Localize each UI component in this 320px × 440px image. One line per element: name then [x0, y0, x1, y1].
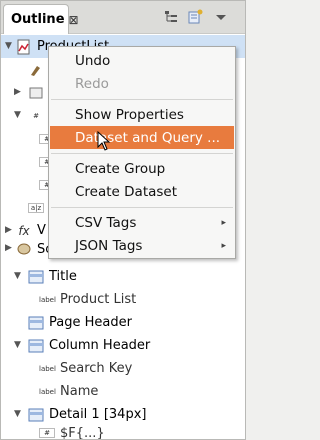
tab-title: Outline [11, 12, 65, 27]
tree-row[interactable]: ▶ fx V [1, 219, 46, 242]
report-icon [17, 39, 30, 54]
menu-item-create-dataset[interactable]: Create Dataset [50, 180, 234, 203]
menu-item-redo: Redo [75, 75, 109, 92]
tree-label: Column Header [49, 338, 151, 353]
resource-icon [29, 87, 43, 98]
text-label-icon: label [39, 295, 56, 304]
menu-item-json-tags[interactable]: JSON Tags ▸ [50, 234, 234, 257]
tree-row-title[interactable]: ▼ Title [1, 265, 77, 288]
menu-item-csv-tags[interactable]: CSV Tags ▸ [50, 211, 234, 234]
menu-separator [51, 153, 233, 154]
collapse-twisty-icon[interactable]: ▼ [14, 409, 21, 419]
submenu-arrow-icon: ▸ [221, 240, 226, 251]
collapse-twisty-icon[interactable]: ▼ [14, 271, 21, 281]
close-icon[interactable]: ⊠ [69, 13, 79, 27]
band-icon [28, 316, 44, 329]
band-icon [28, 270, 44, 283]
submenu-arrow-icon: ▸ [221, 217, 226, 228]
scriptlet-icon [17, 243, 31, 255]
expand-twisty-icon[interactable]: ▶ [5, 225, 12, 235]
tree-row[interactable]: # [1, 150, 55, 173]
tree-row-detail[interactable]: ▼ Detail 1 [34px] [1, 403, 146, 426]
tree-label: Name [60, 384, 99, 399]
tree-label: $F{...} [60, 426, 105, 440]
collapse-twisty-icon[interactable]: ▼ [5, 41, 12, 51]
menu-item-show-properties[interactable]: Show Properties [50, 103, 234, 126]
text-label-icon: label [39, 387, 56, 396]
sort-icon[interactable] [187, 9, 203, 25]
collapse-tree-icon[interactable] [163, 9, 179, 25]
field-icon: # [39, 428, 55, 438]
style-icon [31, 65, 40, 76]
tree-row-field[interactable]: # $F{...} [1, 426, 105, 440]
band-icon [28, 339, 44, 352]
tree-row-search-key[interactable]: label Search Key [1, 357, 132, 380]
expand-twisty-icon[interactable]: ▶ [5, 243, 12, 253]
menu-item-create-group[interactable]: Create Group [50, 157, 234, 180]
menu-item-dataset-and-query[interactable]: Dataset and Query ... [50, 126, 234, 149]
view-tab-bar: Outline ⊠ [1, 1, 245, 34]
tree-row[interactable]: # [1, 173, 55, 196]
tree-label: V [37, 223, 46, 238]
variables-icon: fx [18, 223, 30, 238]
menu-item-undo[interactable]: Undo [50, 49, 234, 72]
tree-row-product-list[interactable]: label Product List [1, 288, 136, 311]
menu-separator [51, 99, 233, 100]
collapse-twisty-icon[interactable]: ▼ [14, 110, 21, 120]
tree-label: Search Key [60, 361, 133, 376]
tree-label: Title [49, 269, 77, 284]
view-menu-icon[interactable] [213, 9, 229, 25]
sort-field-icon: a|z [28, 202, 44, 213]
mouse-cursor-icon [97, 131, 111, 151]
outline-view: Outline ⊠ ▼ ProductL [0, 0, 246, 440]
menu-separator [51, 207, 233, 208]
expand-twisty-icon[interactable]: ▶ [14, 87, 21, 97]
tree-label: Product List [60, 292, 137, 307]
tree-label: Detail 1 [34px] [49, 407, 147, 422]
context-menu: Undo Redo Show Properties Dataset and Qu… [48, 46, 236, 259]
tree-row-page-header[interactable]: Page Header [1, 311, 132, 334]
tree-row-column-header[interactable]: ▼ Column Header [1, 334, 150, 357]
band-icon [28, 408, 44, 421]
tree-row-name[interactable]: label Name [1, 380, 98, 403]
tree-label: Page Header [49, 315, 132, 330]
tab-outline[interactable]: Outline ⊠ [3, 4, 79, 34]
tree-row[interactable]: # [1, 127, 55, 150]
collapse-twisty-icon[interactable]: ▼ [14, 340, 21, 350]
text-label-icon: label [39, 364, 56, 373]
parameter-icon: # [33, 111, 39, 120]
